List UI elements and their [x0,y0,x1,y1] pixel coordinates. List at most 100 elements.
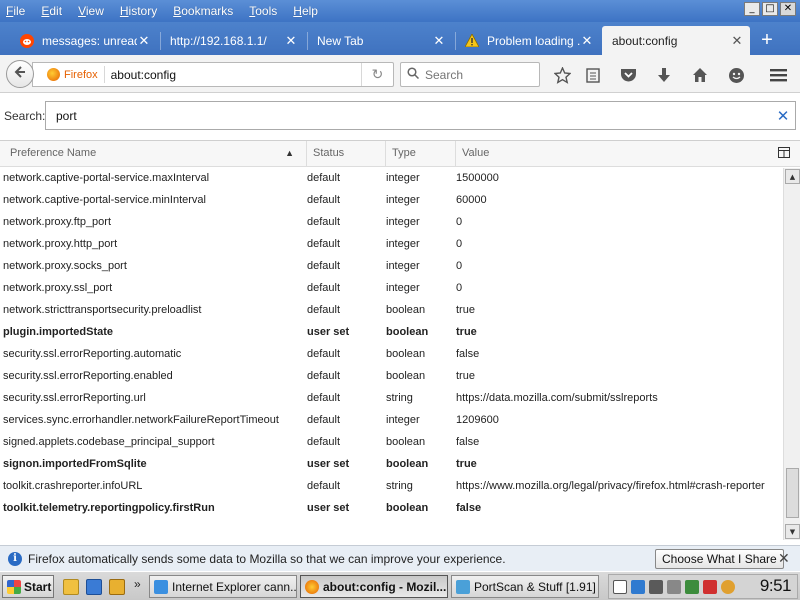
quicklaunch-more-icon[interactable]: » [134,577,141,591]
hamburger-menu-icon[interactable] [767,64,789,86]
table-row[interactable]: network.captive-portal-service.maxInterv… [0,168,783,190]
pref-name-cell: network.proxy.ssl_port [3,282,113,294]
navigation-toolbar: Firefox about:config ↻ [0,55,800,93]
clear-search-icon[interactable]: ✕ [771,107,795,125]
start-label: Start [24,579,52,594]
tab-close-icon[interactable]: ✕ [137,33,151,49]
notification-close-icon[interactable]: ✕ [778,550,790,567]
pref-value-cell: true [456,458,477,470]
identity-box[interactable]: Firefox [39,66,105,83]
column-header-type[interactable]: Type [386,141,456,167]
taskbar-button-firefox[interactable]: about:config - Mozil... [300,575,448,598]
table-row[interactable]: network.proxy.ssl_port default integer 0 [0,278,783,300]
sort-ascending-icon: ▲ [285,148,294,158]
pref-type-cell: boolean [386,370,426,382]
table-row[interactable]: plugin.importedState user set boolean true [0,322,783,344]
column-header-value[interactable]: Value [456,141,766,167]
desktop-quicklaunch-icon[interactable] [86,579,102,595]
table-row[interactable]: network.stricttransportsecurity.preloadl… [0,300,783,322]
menu-view[interactable]: View [78,4,104,18]
bookmark-star-icon[interactable] [551,64,573,86]
pref-name-cell: security.ssl.errorReporting.enabled [3,370,173,382]
url-text[interactable]: about:config [105,68,361,82]
ie-icon [154,579,168,594]
taskbar-button-portscan[interactable]: PortScan & Stuff [1.91] [451,575,599,598]
minimize-button[interactable]: _ [744,2,760,16]
tab-label: messages: unread [42,33,137,48]
column-label: Preference Name [10,147,97,159]
column-header-status[interactable]: Status [307,141,386,167]
menu-file[interactable]: File [6,4,25,18]
vertical-scrollbar[interactable]: ▲ ▼ [783,168,800,540]
menu-history[interactable]: History [120,4,157,18]
taskbar-button-label: Internet Explorer cann... [172,579,297,594]
table-row[interactable]: network.proxy.ftp_port default integer 0 [0,212,783,234]
url-bar[interactable]: Firefox about:config ↻ [32,62,394,87]
pocket-icon[interactable] [617,64,639,86]
table-row[interactable]: security.ssl.errorReporting.automatic def… [0,344,783,366]
volume-tray-icon[interactable] [667,580,681,594]
table-row[interactable]: network.proxy.http_port default integer 0 [0,234,783,256]
network-tray-icon[interactable] [631,580,645,594]
reload-icon[interactable]: ↻ [361,63,393,86]
update-tray-icon[interactable] [721,580,735,594]
menu-edit[interactable]: Edit [41,4,62,18]
pref-status-cell: default [307,282,341,294]
tab-about-config[interactable]: about:config ✕ [602,26,750,55]
pref-status-cell: user set [307,458,350,470]
choose-what-i-share-button[interactable]: Choose What I Share [655,549,784,569]
start-button[interactable]: Start [2,575,54,598]
column-header-preference-name[interactable]: Preference Name ▲ [0,141,307,167]
table-row[interactable]: signed.applets.codebase_principal_suppor… [0,432,783,454]
tab-divider [160,32,161,50]
table-row[interactable]: toolkit.telemetry.reportingpolicy.firstR… [0,498,783,520]
column-picker-icon[interactable] [778,147,790,159]
web-search-box[interactable] [400,62,540,87]
menu-tools[interactable]: Tools [249,4,277,18]
media-quicklaunch-icon[interactable] [109,579,125,595]
maximize-button[interactable]: □ [762,2,778,16]
table-row[interactable]: network.captive-portal-service.minInterv… [0,190,783,212]
hello-chat-icon[interactable] [725,64,747,86]
scroll-up-icon[interactable]: ▲ [785,169,800,184]
explorer-quicklaunch-icon[interactable] [63,579,79,595]
table-row[interactable]: network.proxy.socks_port default integer 0 [0,256,783,278]
config-search-box[interactable]: ✕ [45,101,796,130]
menu-bookmarks[interactable]: Bookmarks [173,4,233,18]
table-row[interactable]: signon.importedFromSqlite user set boolean… [0,454,783,476]
monitor-tray-icon[interactable] [649,580,663,594]
back-button[interactable] [6,60,34,88]
tab-problem-loading[interactable]: Problem loading ... ✕ [457,26,600,55]
table-row[interactable]: toolkit.crashreporter.infoURL default stri… [0,476,783,498]
menu-help[interactable]: Help [293,4,318,18]
help-tray-icon[interactable] [613,580,627,594]
notification-bar: i Firefox automatically sends some data … [0,545,800,571]
config-search-input[interactable] [46,108,771,123]
scroll-down-icon[interactable]: ▼ [785,524,800,539]
tab-new-tab[interactable]: New Tab ✕ [309,26,452,55]
table-row[interactable]: security.ssl.errorReporting.url default st… [0,388,783,410]
tab-close-icon[interactable]: ✕ [580,33,594,49]
pref-type-cell: integer [386,172,420,184]
new-tab-button[interactable]: + [756,30,778,52]
home-icon[interactable] [689,64,711,86]
tab-close-icon[interactable]: ✕ [432,33,446,49]
config-search-label: Search: [4,109,46,123]
battery-tray-icon[interactable] [685,580,699,594]
table-row[interactable]: services.sync.errorhandler.networkFailur… [0,410,783,432]
reading-list-icon[interactable] [582,64,604,86]
pref-value-cell: false [456,348,480,360]
security-tray-icon[interactable] [703,580,717,594]
tab-router[interactable]: http://192.168.1.1/ ✕ [162,26,304,55]
tab-messages[interactable]: messages: unread ✕ [12,26,157,55]
taskbar-button-internet-explorer[interactable]: Internet Explorer cann... [149,575,297,598]
scrollbar-thumb[interactable] [786,468,799,518]
tab-close-icon[interactable]: ✕ [284,33,298,49]
tab-close-icon[interactable]: ✕ [730,33,744,49]
close-window-button[interactable]: ✕ [780,2,796,16]
pref-type-cell: integer [386,238,420,250]
pref-status-cell: default [307,216,341,228]
table-row[interactable]: security.ssl.errorReporting.enabled defau… [0,366,783,388]
web-search-input[interactable] [425,67,525,82]
download-icon[interactable] [653,64,675,86]
